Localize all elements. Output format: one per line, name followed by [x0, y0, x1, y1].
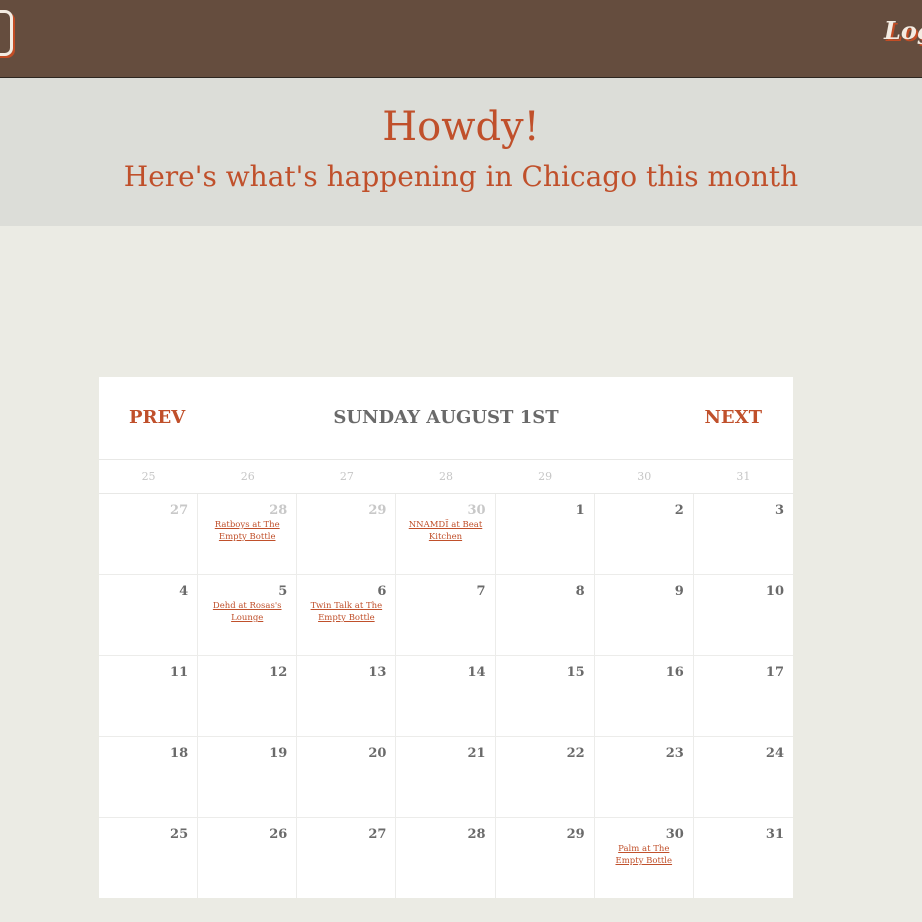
next-month-button[interactable]: NEXT — [704, 407, 762, 428]
day-number: 28 — [269, 503, 288, 518]
day-cell[interactable]: 1 — [495, 494, 595, 575]
hero-banner: Howdy! Here's what's happening in Chicag… — [0, 78, 922, 226]
day-number: 23 — [665, 746, 684, 761]
day-number: 13 — [368, 665, 387, 680]
day-cell[interactable]: 7 — [396, 575, 496, 656]
day-cell[interactable]: 31 — [694, 818, 793, 898]
day-cell[interactable]: 23 — [594, 737, 694, 818]
weekday-header-cell: 29 — [538, 470, 553, 483]
day-number: 18 — [170, 746, 189, 761]
day-cell[interactable]: 29 — [297, 494, 397, 575]
day-number: 4 — [179, 584, 189, 599]
day-cell[interactable]: 18 — [99, 737, 199, 818]
day-number: 15 — [566, 665, 585, 680]
day-number: 22 — [566, 746, 585, 761]
day-number: 2 — [674, 503, 684, 518]
day-number: 26 — [269, 827, 288, 842]
day-number: 30 — [467, 503, 486, 518]
page-title: Howdy! — [382, 104, 540, 150]
day-cell[interactable]: 8 — [495, 575, 595, 656]
day-cell[interactable]: 12 — [198, 656, 298, 737]
day-cell[interactable]: 3 — [693, 494, 793, 575]
day-number: 29 — [368, 503, 387, 518]
day-number: 17 — [765, 665, 784, 680]
day-number: 25 — [170, 827, 189, 842]
day-number: 8 — [575, 584, 585, 599]
weekday-header-cell: 28 — [438, 470, 453, 483]
login-link[interactable]: Log — [884, 16, 922, 45]
day-cell[interactable]: 4 — [99, 575, 199, 656]
day-cell[interactable]: 19 — [198, 737, 298, 818]
day-cell[interactable]: 27 — [297, 818, 397, 898]
weekday-header-cell: 26 — [240, 470, 255, 483]
day-number: 20 — [368, 746, 387, 761]
day-cell[interactable]: 17 — [693, 656, 793, 737]
day-cell[interactable]: 5 Dehd at Rosas's Lounge — [198, 575, 298, 656]
event-link[interactable]: Dehd at Rosas's Lounge — [208, 600, 286, 624]
day-cell[interactable]: 11 — [99, 656, 199, 737]
day-cell[interactable]: 10 — [693, 575, 793, 656]
event-link[interactable]: Palm at The Empty Bottle — [605, 843, 683, 867]
logo-icon[interactable] — [0, 10, 13, 56]
day-number: 10 — [765, 584, 784, 599]
weekday-header-cell: 27 — [339, 470, 354, 483]
calendar-grid: 27 28 Ratboys at The Empty Bottle 29 30 NNAMD… — [99, 494, 793, 898]
day-cell[interactable]: 20 — [297, 737, 397, 818]
day-cell[interactable]: 28 — [396, 818, 496, 898]
day-number: 11 — [170, 665, 189, 680]
day-cell[interactable]: 2 — [594, 494, 694, 575]
day-number: 12 — [269, 665, 288, 680]
event-link[interactable]: Twin Talk at The Empty Bottle — [307, 600, 385, 624]
day-number: 1 — [575, 503, 585, 518]
day-number: 9 — [674, 584, 684, 599]
event-link[interactable]: NNAMDÏ at Beat Kitchen — [406, 519, 484, 543]
day-cell[interactable]: 16 — [594, 656, 694, 737]
weekday-header-cell: 25 — [141, 470, 156, 483]
day-cell[interactable]: 24 — [693, 737, 793, 818]
day-cell[interactable]: 29 — [496, 818, 595, 898]
day-cell[interactable]: 26 — [198, 818, 298, 898]
day-cell[interactable]: 14 — [396, 656, 496, 737]
day-cell[interactable]: 21 — [396, 737, 496, 818]
day-cell[interactable]: 9 — [594, 575, 694, 656]
day-number: 7 — [476, 584, 486, 599]
page-subtitle: Here's what's happening in Chicago this … — [123, 160, 799, 193]
day-number: 24 — [765, 746, 784, 761]
day-number: 28 — [467, 827, 486, 842]
weekday-header-cell: 30 — [637, 470, 652, 483]
day-number: 27 — [368, 827, 387, 842]
day-number: 16 — [665, 665, 684, 680]
day-cell[interactable]: 15 — [495, 656, 595, 737]
top-nav-bar: Log — [0, 0, 922, 78]
day-number: 21 — [467, 746, 486, 761]
day-cell[interactable]: 13 — [297, 656, 397, 737]
calendar-header: PREV SUNDAY AUGUST 1ST NEXT — [99, 377, 793, 460]
day-number: 3 — [774, 503, 784, 518]
day-number: 19 — [269, 746, 288, 761]
day-number: 31 — [765, 827, 784, 842]
day-number: 14 — [467, 665, 486, 680]
day-cell[interactable]: 25 — [99, 818, 199, 898]
calendar: PREV SUNDAY AUGUST 1ST NEXT 25 26 27 28 29 30… — [99, 377, 793, 898]
day-cell[interactable]: 30 Palm at The Empty Bottle — [595, 818, 694, 898]
weekday-header-cell: 31 — [736, 470, 751, 483]
weekday-header-row: 25 26 27 28 29 30 31 — [99, 460, 793, 494]
current-date-label: SUNDAY AUGUST 1ST — [333, 407, 559, 428]
day-number: 29 — [566, 827, 585, 842]
day-number: 6 — [377, 584, 387, 599]
day-cell[interactable]: 6 Twin Talk at The Empty Bottle — [297, 575, 397, 656]
day-cell[interactable]: 27 — [99, 494, 199, 575]
event-link[interactable]: Ratboys at The Empty Bottle — [208, 519, 286, 543]
day-cell[interactable]: 28 Ratboys at The Empty Bottle — [198, 494, 298, 575]
day-number: 5 — [278, 584, 288, 599]
day-number: 27 — [170, 503, 189, 518]
day-number: 30 — [665, 827, 684, 842]
day-cell[interactable]: 30 NNAMDÏ at Beat Kitchen — [396, 494, 496, 575]
day-cell[interactable]: 22 — [495, 737, 595, 818]
